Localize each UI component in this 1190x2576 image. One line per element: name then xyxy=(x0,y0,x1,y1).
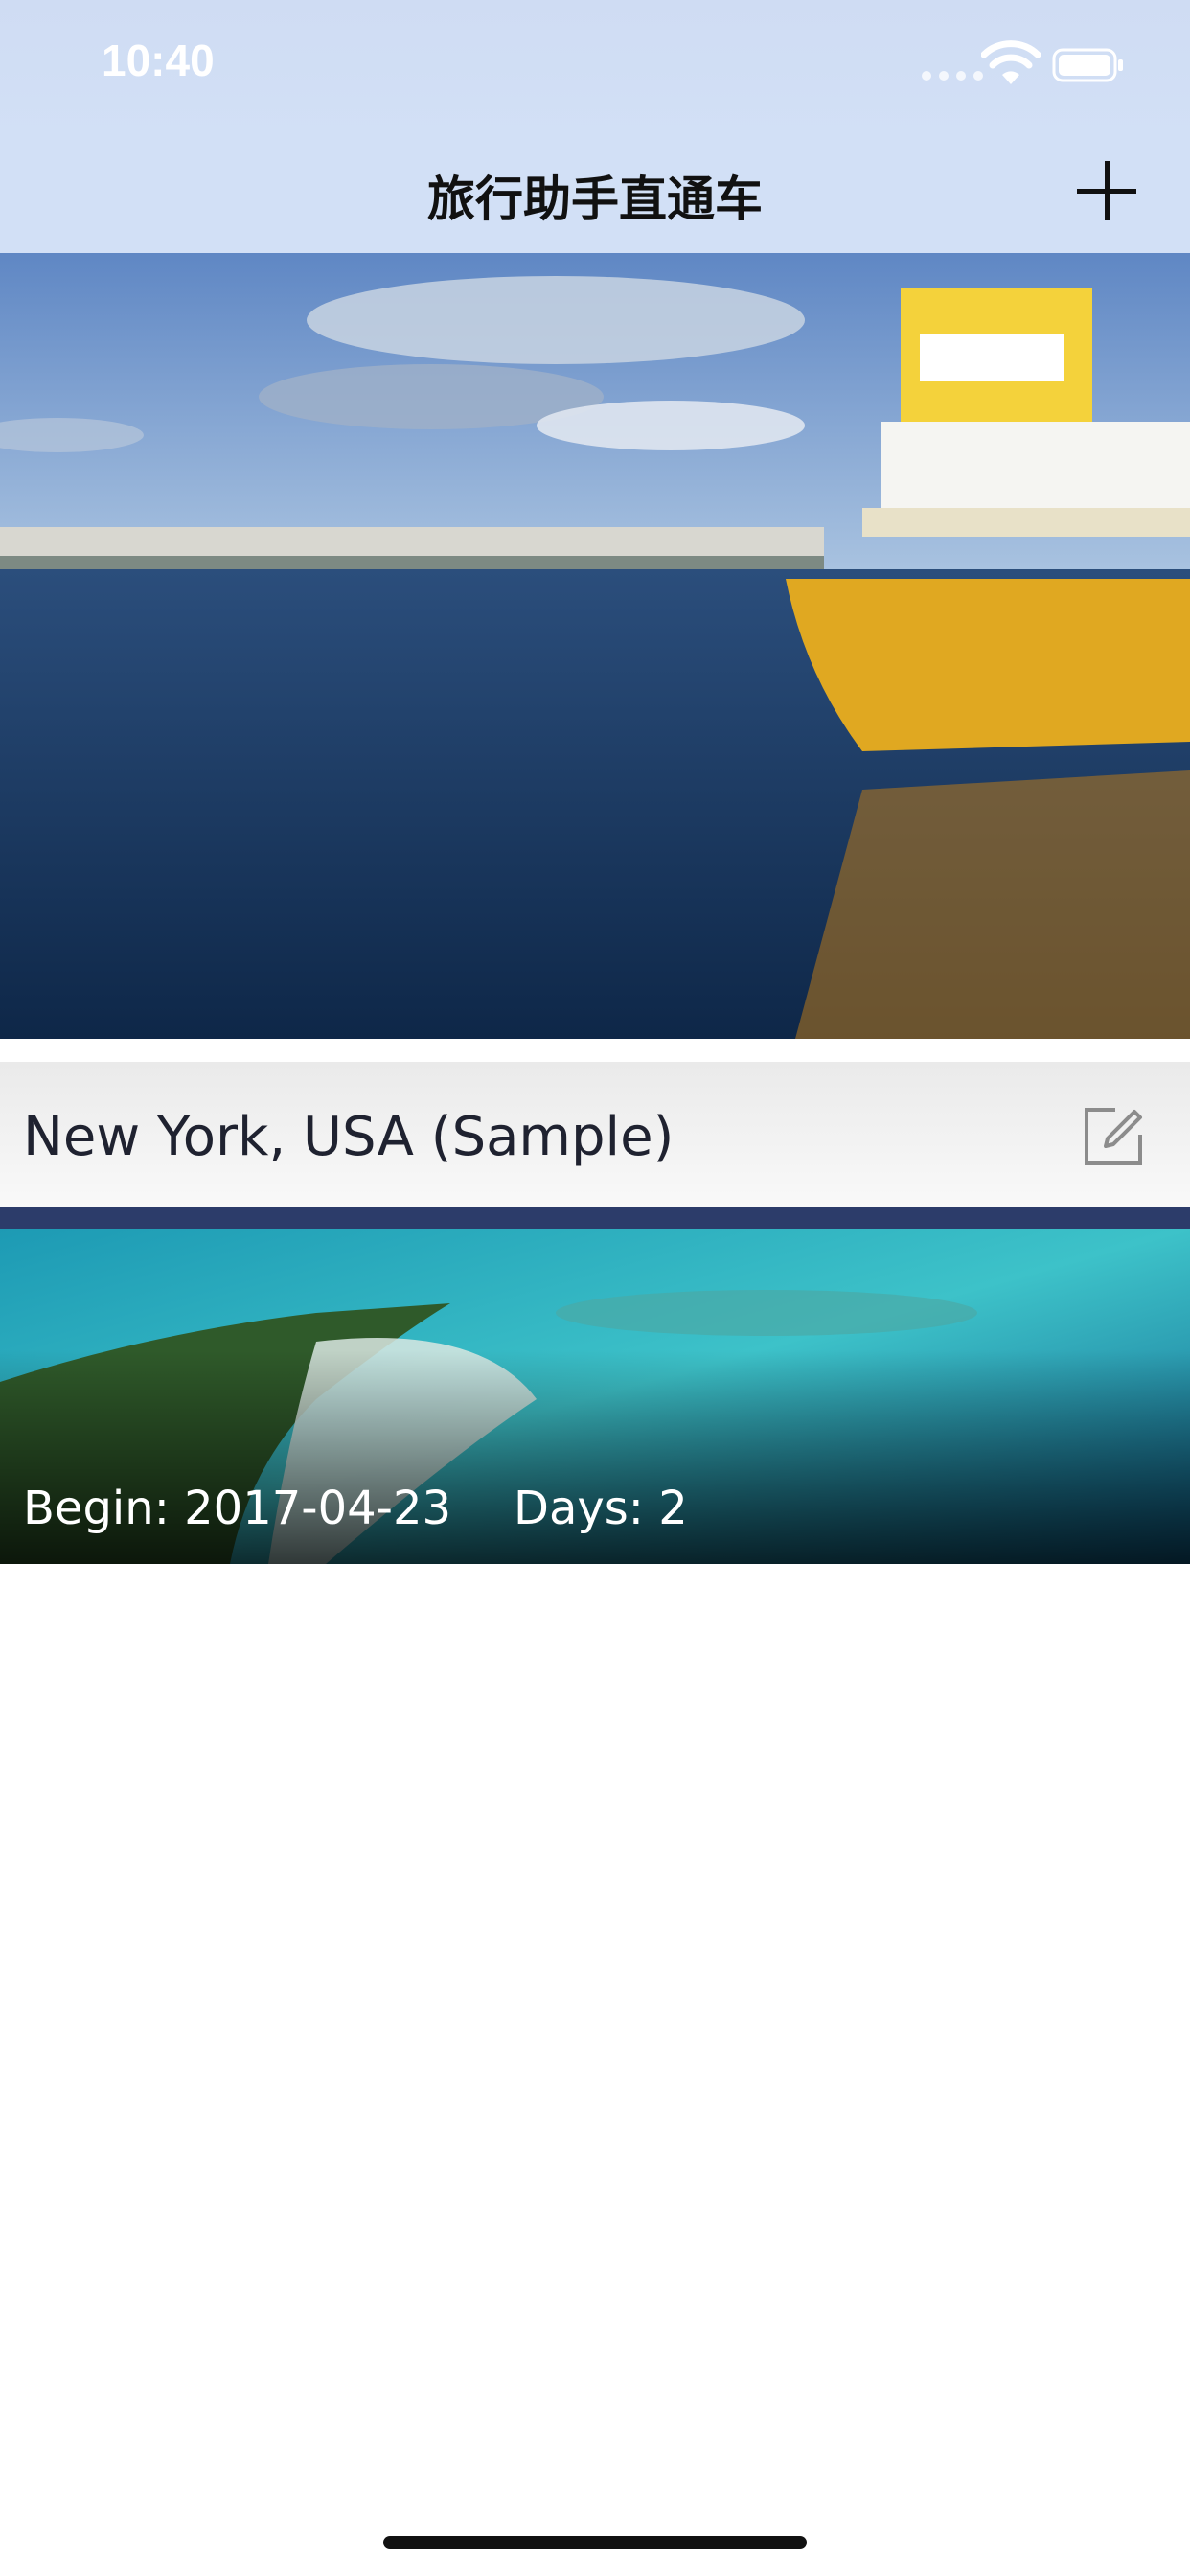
status-time: 10:40 xyxy=(102,35,215,85)
begin-date: 2017-04-23 xyxy=(184,1482,452,1535)
add-trip-button[interactable] xyxy=(1077,161,1136,220)
days-label: Days: xyxy=(514,1482,644,1535)
trip-title[interactable]: New York, USA (Sample) xyxy=(23,1106,674,1168)
status-bar: 10:40 xyxy=(0,0,1190,144)
trip-card-image[interactable]: Begin: 2017-04-23 Days: 2 xyxy=(0,1208,1190,1564)
page-title: 旅行助手直通车 xyxy=(427,172,763,227)
edit-icon[interactable] xyxy=(1081,1104,1146,1169)
trip-days: Days: 2 xyxy=(514,1482,688,1535)
navigation-bar: 旅行助手直通车 xyxy=(0,144,1190,253)
banner-carousel[interactable] xyxy=(0,253,1190,1039)
days-count: 2 xyxy=(658,1482,688,1535)
trip-begin: Begin: 2017-04-23 xyxy=(23,1482,451,1535)
battery-icon xyxy=(1052,48,1123,82)
begin-label: Begin: xyxy=(23,1482,170,1535)
home-indicator[interactable] xyxy=(383,2536,807,2549)
signal-dots-icon xyxy=(922,71,983,80)
wifi-icon xyxy=(981,40,1041,84)
banner-image xyxy=(0,253,1190,1039)
trip-card-header[interactable]: New York, USA (Sample) xyxy=(0,1062,1190,1208)
